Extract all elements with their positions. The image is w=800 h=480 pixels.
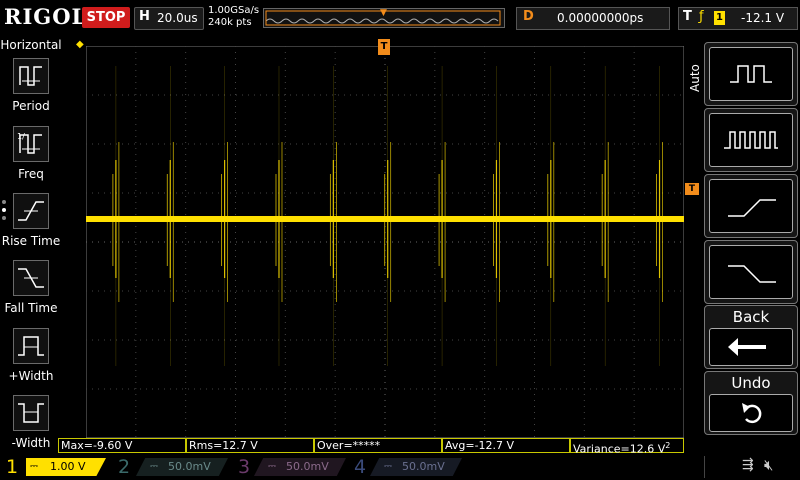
acquisition-info: 1.00GSa/s 240k pts — [208, 5, 259, 29]
channel-1-coupling-icon: ⎓ — [30, 461, 38, 472]
delay-value: 0.00000000ps — [557, 11, 644, 25]
negative-width-label: -Width — [11, 436, 51, 450]
channel-3-scale: 50.0mV — [286, 460, 329, 473]
sample-rate: 1.00GSa/s — [208, 5, 260, 16]
trigger-box[interactable]: T ƒ 1 -12.1 V — [678, 7, 798, 30]
trigger-time-marker-icon: T — [378, 39, 390, 55]
channel-4-coupling-icon: ⎓ — [384, 461, 392, 472]
channel-3-coupling-icon: ⎓ — [268, 461, 276, 472]
trigger-level: -12.1 V — [741, 11, 785, 25]
usb-icon: ⇶ — [742, 457, 754, 473]
rise-time-button[interactable]: Rise Time — [0, 190, 62, 252]
channel-2-coupling-icon: ⎓ — [150, 461, 158, 472]
channel-4-scale: 50.0mV — [402, 460, 445, 473]
channel-2-scale: 50.0mV — [168, 460, 211, 473]
frequency-icon: 1/ — [13, 126, 49, 162]
rise-time-label: Rise Time — [1, 234, 61, 248]
undo-label: Undo — [731, 374, 771, 392]
waveform-display[interactable] — [86, 46, 684, 438]
measurement-bar: Max=-9.60 V Rms=12.7 V Over=***** Avg=-1… — [58, 438, 684, 456]
fall-time-label: Fall Time — [4, 301, 58, 315]
period-icon — [13, 58, 49, 94]
memory-overview-strip[interactable]: ▼ — [263, 8, 505, 28]
speaker-muted-icon: 🔇︎ — [764, 456, 774, 474]
period-label: Period — [12, 99, 50, 113]
run-stop-status[interactable]: STOP — [82, 7, 130, 28]
channel-3-number[interactable]: 3 — [238, 454, 250, 480]
negative-width-button[interactable]: -Width — [0, 392, 62, 454]
rise-time-icon — [13, 193, 49, 229]
channel-3-scale-box[interactable]: ⎓ 50.0mV — [254, 458, 346, 476]
positive-width-label: +Width — [8, 369, 54, 383]
undo-arrow-icon — [709, 394, 793, 432]
delay-label: D — [523, 9, 534, 24]
period-button[interactable]: Period — [0, 55, 62, 117]
back-button[interactable]: Back — [704, 305, 798, 369]
undo-button[interactable]: Undo — [704, 371, 798, 435]
pulse-train-icon — [709, 113, 793, 167]
freq-button[interactable]: 1/ Freq — [0, 123, 62, 185]
fall-time-icon — [13, 260, 49, 296]
measure-variance[interactable]: Variance=12.6 V2 — [570, 438, 684, 456]
freq-label: Freq — [18, 167, 44, 181]
timebase-value: 20.0us — [157, 11, 198, 25]
auto-mode-label: Auto — [688, 64, 702, 92]
measure-avg[interactable]: Avg=-12.7 V — [442, 438, 570, 453]
fall-time-button[interactable]: Fall Time — [0, 257, 62, 319]
timebase-box[interactable]: H 20.0us — [134, 7, 204, 30]
channel-1-offset-marker-icon: ◆ — [76, 39, 84, 50]
single-pulse-button[interactable] — [704, 42, 798, 106]
negative-width-icon — [13, 395, 49, 431]
trigger-source: 1 — [714, 11, 725, 25]
channel-1-number[interactable]: 1 — [6, 454, 18, 480]
memory-depth: 240k pts — [208, 17, 252, 28]
channel-1-scale: 1.00 V — [50, 460, 86, 473]
measure-rms[interactable]: Rms=12.7 V — [186, 438, 314, 453]
trigger-label: T — [683, 9, 692, 24]
svg-text:1/: 1/ — [17, 132, 25, 141]
timebase-label: H — [139, 9, 150, 24]
rigol-logo: RIGOL — [4, 4, 88, 29]
page-indicator — [2, 200, 6, 220]
measure-over[interactable]: Over=***** — [314, 438, 442, 453]
single-pulse-icon — [709, 47, 793, 101]
positive-width-icon — [13, 328, 49, 364]
positive-width-button[interactable]: +Width — [0, 325, 62, 387]
rising-edge-icon: ƒ — [699, 9, 704, 24]
menu-title: Horizontal — [0, 38, 62, 52]
channel-2-scale-box[interactable]: ⎓ 50.0mV — [136, 458, 228, 476]
delay-box[interactable]: D 0.00000000ps — [516, 7, 670, 30]
measure-max[interactable]: Max=-9.60 V — [58, 438, 186, 453]
channel-2-number[interactable]: 2 — [118, 454, 130, 480]
channel-4-scale-box[interactable]: ⎓ 50.0mV — [370, 458, 462, 476]
back-label: Back — [732, 308, 770, 326]
pulse-train-button[interactable] — [704, 108, 798, 172]
falling-ramp-button[interactable] — [704, 240, 798, 304]
trigger-position-marker-icon: ▼ — [380, 8, 387, 18]
falling-ramp-icon — [709, 245, 793, 299]
channel-4-number[interactable]: 4 — [354, 454, 366, 480]
channel-1-scale-box[interactable]: ⎓ 1.00 V — [26, 458, 106, 476]
rising-ramp-icon — [709, 179, 793, 233]
back-arrow-icon — [709, 328, 793, 366]
variance-exponent: 2 — [665, 441, 671, 450]
rising-ramp-button[interactable] — [704, 174, 798, 238]
